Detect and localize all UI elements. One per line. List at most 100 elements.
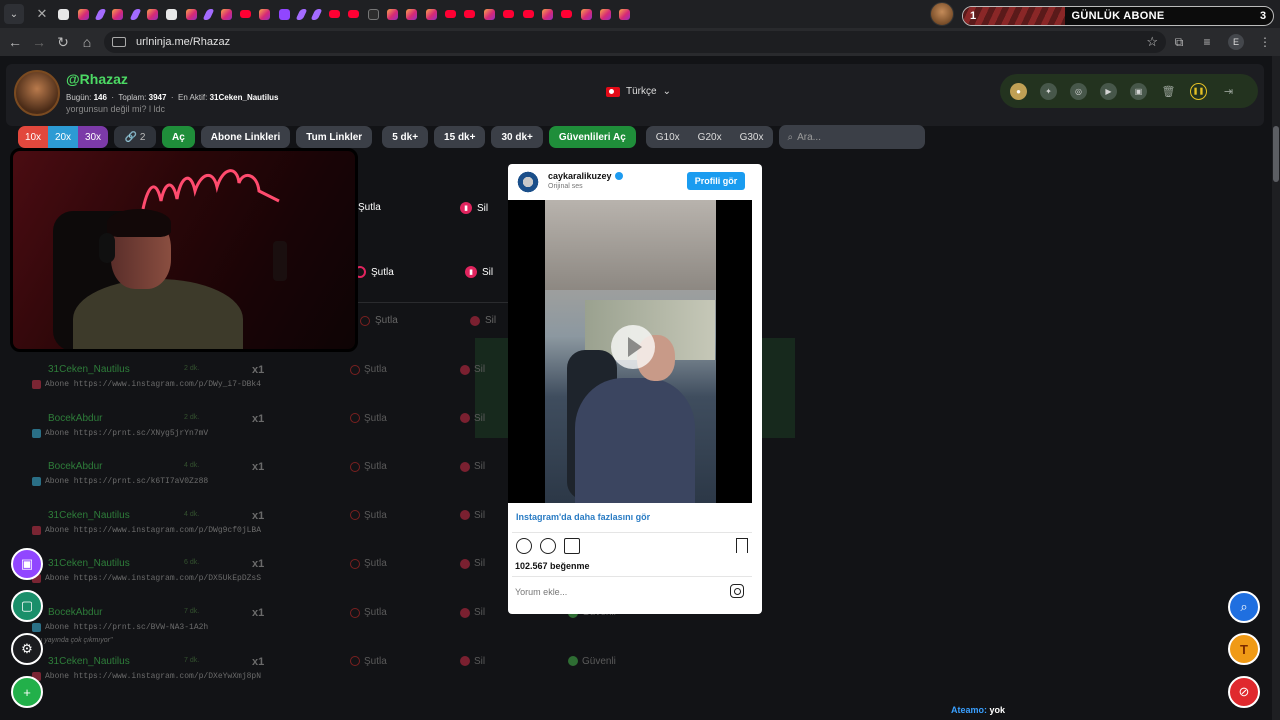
- row-username[interactable]: 31Ceken_Nautilus: [48, 510, 130, 521]
- sub-links-button[interactable]: Abone Linkleri: [200, 126, 291, 148]
- row-username[interactable]: 31Ceken_Nautilus: [48, 364, 130, 375]
- delete-button[interactable]: Sil: [460, 461, 485, 472]
- tab-feather-favicon-icon[interactable]: [310, 8, 324, 20]
- tab-ig-favicon-icon[interactable]: [112, 8, 124, 20]
- comment-icon[interactable]: [540, 538, 556, 554]
- row-link[interactable]: Abone https://prnt.sc/BVW-NA3-1A2h: [32, 623, 208, 632]
- tab-favicons[interactable]: [54, 8, 635, 20]
- tab-yt-favicon-icon[interactable]: [561, 10, 573, 18]
- tab-close-icon[interactable]: ✕: [34, 6, 50, 22]
- search-input[interactable]: ⌕ Ara...: [779, 125, 926, 149]
- row-link-text[interactable]: Abone https://prnt.sc/k6TI7aV0Zz88: [45, 477, 208, 486]
- extensions-icon[interactable]: ⧉: [1172, 35, 1186, 49]
- skip-button[interactable]: Şutla: [350, 656, 387, 667]
- skip-button[interactable]: Şutla: [350, 607, 387, 618]
- t-badge-icon[interactable]: T: [1228, 633, 1260, 665]
- 15min-button[interactable]: 15 dk+: [434, 126, 486, 148]
- forward-icon[interactable]: →: [30, 34, 48, 50]
- row-link[interactable]: Abone https://prnt.sc/k6TI7aV0Zz88: [32, 477, 208, 487]
- tab-ig-favicon-icon[interactable]: [619, 8, 631, 20]
- instagram-logo-icon[interactable]: [730, 584, 744, 598]
- tab-x-favicon-icon[interactable]: [166, 8, 178, 20]
- instagram-icon[interactable]: ◎: [1070, 82, 1087, 100]
- delete-button[interactable]: Sil: [460, 656, 485, 667]
- delete-button[interactable]: Sil: [460, 607, 485, 618]
- tab-ig-favicon-icon[interactable]: [147, 8, 159, 20]
- pause-icon[interactable]: ❚❚: [1190, 82, 1207, 100]
- page-scrollbar[interactable]: [1272, 56, 1280, 720]
- youtube-icon[interactable]: ▶: [1100, 82, 1117, 100]
- tab-ig-favicon-icon[interactable]: [483, 8, 495, 20]
- tab-ig-favicon-icon[interactable]: [220, 8, 232, 20]
- url-text[interactable]: urlninja.me/Rhazaz: [136, 36, 230, 48]
- row-username[interactable]: BocekAbdur: [48, 461, 102, 472]
- row-username[interactable]: 31Ceken_Nautilus: [48, 558, 130, 569]
- tab-ig-favicon-icon[interactable]: [386, 8, 398, 20]
- skip-button[interactable]: Şutla: [360, 315, 398, 326]
- skip-button[interactable]: Şutla: [358, 202, 381, 213]
- link-count-button[interactable]: 🔗 2: [114, 126, 156, 148]
- reload-icon[interactable]: ↻: [54, 34, 72, 51]
- g10x-button[interactable]: G10x: [650, 126, 686, 148]
- browser-menu-icon[interactable]: ⋮: [1258, 35, 1272, 49]
- mult-10x-button[interactable]: 10x: [18, 126, 48, 148]
- row-link-text[interactable]: Abone https://prnt.sc/XNyg5jrYn7mV: [45, 429, 208, 438]
- tab-yt-favicon-icon[interactable]: [445, 10, 457, 18]
- skip-button[interactable]: Şutla: [350, 413, 387, 424]
- share-icon[interactable]: [564, 538, 580, 554]
- ig-see-more-link[interactable]: Instagram'da daha fazlasını gör: [516, 512, 650, 522]
- add-user-icon[interactable]: +: [11, 676, 43, 708]
- tab-yt-favicon-icon[interactable]: [348, 10, 360, 18]
- tab-feather-favicon-icon[interactable]: [129, 8, 142, 20]
- comment-input[interactable]: Yorum ekle...: [515, 587, 567, 597]
- trash-icon[interactable]: 🗑: [1160, 83, 1177, 100]
- safe-badge[interactable]: Güvenli: [568, 656, 616, 667]
- tab-tw-favicon-icon[interactable]: [278, 8, 290, 20]
- skip-button[interactable]: Şutla: [350, 558, 387, 569]
- row-link[interactable]: Abone https://prnt.sc/XNyg5jrYn7mV: [32, 428, 208, 438]
- like-icon[interactable]: [516, 538, 532, 554]
- twitter-icon[interactable]: ✦: [1040, 82, 1057, 100]
- ig-video[interactable]: [508, 200, 752, 503]
- search-float-icon[interactable]: ⌕: [1228, 591, 1260, 623]
- mult-20x-button[interactable]: 20x: [48, 126, 78, 148]
- tab-yt-favicon-icon[interactable]: [464, 10, 476, 18]
- row-link[interactable]: Abone https://www.instagram.com/p/DX5UkE…: [32, 574, 261, 584]
- tab-ig-favicon-icon[interactable]: [77, 8, 89, 20]
- twitch-icon[interactable]: ▣: [11, 548, 43, 580]
- ig-avatar[interactable]: [516, 170, 540, 194]
- settings-gear-icon[interactable]: ⚙: [11, 633, 43, 665]
- screenshot-icon[interactable]: ▣: [1130, 82, 1147, 100]
- row-link-text[interactable]: Abone https://www.instagram.com/p/DWg9cf…: [45, 526, 261, 535]
- tab-feather-favicon-icon[interactable]: [202, 8, 215, 20]
- scrollbar-thumb[interactable]: [1273, 126, 1279, 182]
- tab-yt-favicon-icon[interactable]: [328, 10, 340, 18]
- row-link-text[interactable]: Abone https://www.instagram.com/p/DX5UkE…: [45, 574, 261, 583]
- delete-button[interactable]: Sil: [470, 315, 496, 326]
- tab-feather-favicon-icon[interactable]: [94, 8, 107, 20]
- tab-ig-favicon-icon[interactable]: [406, 8, 418, 20]
- remove-user-icon[interactable]: ⊘: [1228, 676, 1260, 708]
- open-safe-button[interactable]: Güvenlileri Aç: [548, 126, 636, 148]
- delete-button[interactable]: ▮ Sil: [460, 202, 488, 214]
- delete-button[interactable]: Sil: [460, 510, 485, 521]
- tab-x-favicon-icon[interactable]: [58, 8, 70, 20]
- 5min-button[interactable]: 5 dk+: [382, 126, 429, 148]
- tab-feather-favicon-icon[interactable]: [295, 8, 308, 20]
- row-link-text[interactable]: Abone https://prnt.sc/BVW-NA3-1A2h: [45, 623, 208, 632]
- row-link[interactable]: Abone https://www.instagram.com/p/DXeYwX…: [32, 671, 261, 681]
- tab-ig-favicon-icon[interactable]: [600, 8, 612, 20]
- home-icon[interactable]: ⌂: [78, 34, 96, 50]
- url-field[interactable]: urlninja.me/Rhazaz ☆: [104, 31, 1166, 53]
- all-links-button[interactable]: Tum Linkler: [296, 126, 373, 148]
- row-link[interactable]: Abone https://www.instagram.com/p/DWg9cf…: [32, 525, 261, 535]
- skip-button[interactable]: Şutla: [350, 510, 387, 521]
- tab-ig-favicon-icon[interactable]: [580, 8, 592, 20]
- ig-username-text[interactable]: caykaralikuzey: [548, 171, 612, 181]
- back-icon[interactable]: ←: [6, 34, 24, 50]
- tab-yt-favicon-icon[interactable]: [239, 10, 251, 18]
- save-icon[interactable]: [736, 538, 748, 553]
- delete-button[interactable]: ▮ Sil: [465, 266, 493, 278]
- profile-icon[interactable]: E: [1228, 34, 1244, 50]
- g20x-button[interactable]: G20x: [692, 126, 728, 148]
